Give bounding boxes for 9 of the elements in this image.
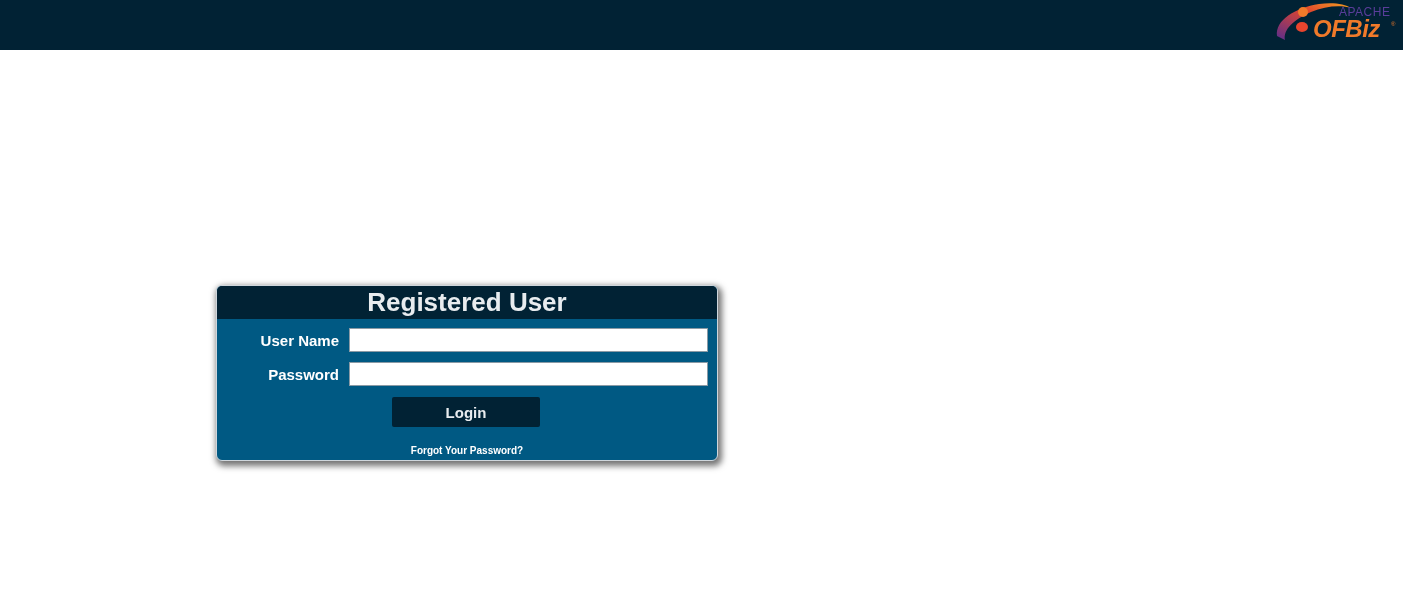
input-field[interactable]	[349, 362, 708, 386]
logo-name: OFBiz	[1313, 17, 1380, 41]
field-label: User Name	[259, 331, 339, 349]
field-label: Password	[267, 365, 339, 383]
input-field[interactable]	[349, 328, 708, 352]
logo-overline: APACHE	[1339, 6, 1391, 18]
forgot-password-link[interactable]: Forgot Your Password?	[410, 445, 524, 456]
panel-title: Registered User	[217, 286, 717, 319]
login-button[interactable]: Login	[392, 397, 540, 427]
